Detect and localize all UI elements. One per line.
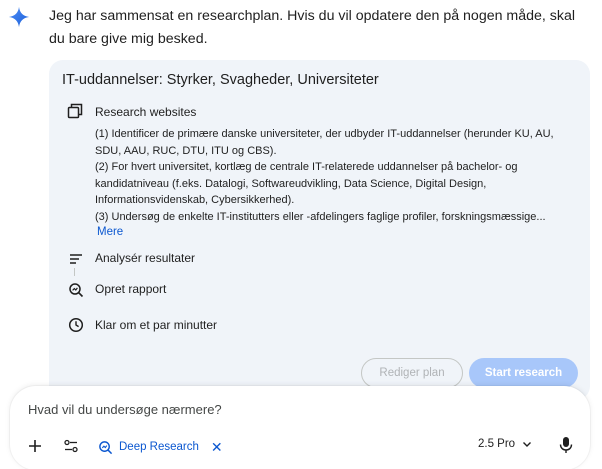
model-selector[interactable]: 2.5 Pro (478, 438, 533, 450)
deep-research-chip[interactable]: Deep Research ✕ (98, 436, 223, 458)
remove-chip-icon[interactable]: ✕ (211, 440, 223, 454)
search-report-icon (69, 283, 84, 298)
research-plan-card: IT-uddannelser: Styrker, Svagheder, Univ… (49, 60, 590, 400)
prompt-input-placeholder[interactable]: Hvad vil du undersøge nærmere? (28, 402, 222, 417)
step-detail-line: (3) Undersøg de enkelte IT-institutters … (95, 210, 546, 223)
step-detail-line: (1) Identificer de primære danske univer… (95, 128, 554, 157)
list-lines-icon (70, 254, 82, 264)
step-detail-line: (2) For hvert universitet, kortlæg de ce… (95, 161, 518, 206)
response-intro-text: Jeg har sammensat en researchplan. Hvis … (49, 8, 576, 47)
clock-icon (68, 317, 84, 333)
add-attachment-icon[interactable] (27, 438, 43, 454)
step-create-report: Opret rapport (95, 282, 167, 296)
start-research-button[interactable]: Start research (469, 358, 578, 388)
step-research-websites: Research websites (95, 105, 197, 119)
step-research-details: (1) Identificer de primære danske univer… (95, 126, 565, 225)
model-label: 2.5 Pro (478, 438, 516, 450)
timeline-connector (74, 268, 75, 276)
plan-title: IT-uddannelser: Styrker, Svagheder, Univ… (62, 72, 379, 88)
edit-plan-button[interactable]: Rediger plan (361, 358, 463, 388)
browser-window-icon (67, 103, 83, 119)
step-analyze-results: Analysér resultater (95, 251, 196, 265)
gemini-spark-icon (8, 6, 30, 28)
tools-sliders-icon[interactable] (63, 438, 79, 454)
microphone-icon[interactable] (558, 436, 574, 454)
prompt-input-box[interactable]: Hvad vil du undersøge nærmere? Deep Rese… (10, 386, 590, 469)
deep-research-icon (99, 440, 113, 454)
chevron-down-icon (523, 442, 532, 447)
deep-research-label: Deep Research (119, 441, 199, 453)
more-link[interactable]: Mere (97, 226, 123, 238)
step-ready-estimate: Klar om et par minutter (95, 318, 218, 332)
